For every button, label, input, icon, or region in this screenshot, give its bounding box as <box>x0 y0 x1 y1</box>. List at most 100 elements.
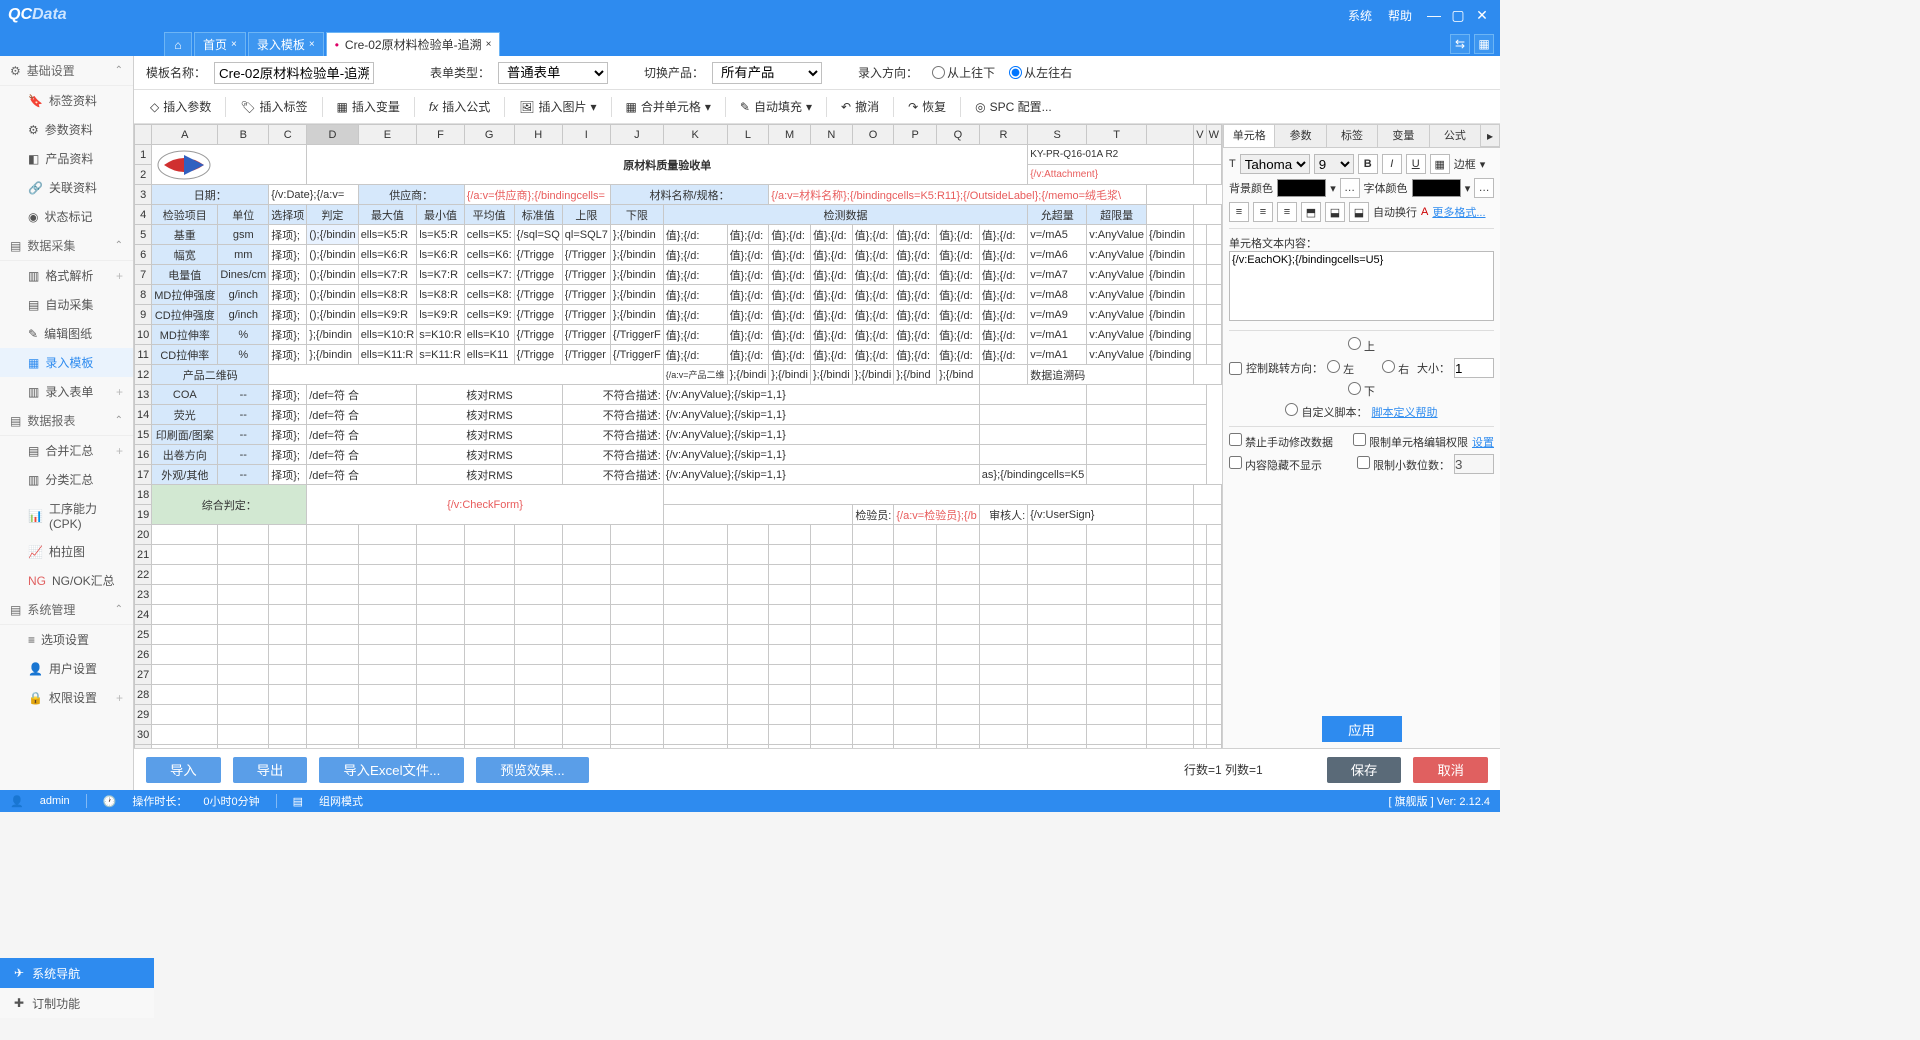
chk-jump[interactable] <box>1229 362 1242 375</box>
btn-export[interactable]: 导出 <box>233 757 308 783</box>
sidebar-group-sys[interactable]: ▤ 系统管理⌃ <box>0 595 133 625</box>
btn-import-excel[interactable]: 导入Excel文件... <box>319 757 464 783</box>
btn-cancel[interactable]: 取消 <box>1413 757 1488 783</box>
btn-import[interactable]: 导入 <box>146 757 221 783</box>
menu-system[interactable]: 系统 <box>1348 7 1372 24</box>
sidebar-item-auth[interactable]: 🔒 权限设置+ <box>0 683 133 712</box>
align-center-icon[interactable]: ≡ <box>1253 202 1273 222</box>
italic-icon[interactable]: I <box>1382 154 1402 174</box>
sidebar-item-cpk[interactable]: 📊 工序能力(CPK) <box>0 494 133 537</box>
radio-leftright[interactable]: 从左往右 <box>1009 64 1072 81</box>
valign-top-icon[interactable]: ⬒ <box>1301 202 1321 222</box>
sidebar-item-tag[interactable]: 🔖 标签资料 <box>0 86 133 115</box>
sidebar-group-basic[interactable]: ⚙ 基础设置⌃ <box>0 56 133 86</box>
sidebar-item-ngok[interactable]: NG NG/OK汇总 <box>0 566 133 595</box>
tab-current[interactable]: •Cre-02原材料检验单-追溯× <box>326 32 501 56</box>
layout-toggle-1[interactable]: ⇆ <box>1450 34 1470 54</box>
border-btn[interactable]: ▦ <box>1430 154 1450 174</box>
proptab-tag[interactable]: 标签 <box>1326 124 1378 147</box>
tab-templates[interactable]: 录入模板× <box>248 32 324 56</box>
label-form-type: 表单类型： <box>430 64 490 81</box>
sidebar-item-auto[interactable]: ▤ 自动采集 <box>0 290 133 319</box>
btn-autofill[interactable]: ✎ 自动填充 ▾ <box>732 94 820 119</box>
sidebar-item-class[interactable]: ▥ 分类汇总 <box>0 465 133 494</box>
edit-set-link[interactable]: 设置 <box>1472 434 1494 450</box>
nav-system[interactable]: ✈ 系统导航 <box>0 958 154 988</box>
sidebar-group-collect[interactable]: ▤ 数据采集⌃ <box>0 231 133 261</box>
sidebar-item-relation[interactable]: 🔗 关联资料 <box>0 173 133 202</box>
sidebar-item-form[interactable]: ▥ 录入表单+ <box>0 377 133 406</box>
btn-merge-cells[interactable]: ▦ 合并单元格 ▾ <box>618 94 719 119</box>
align-right-icon[interactable]: ≡ <box>1277 202 1297 222</box>
proptab-param[interactable]: 参数 <box>1274 124 1326 147</box>
select-product[interactable]: 所有产品 <box>712 62 822 84</box>
layout-toggle-2[interactable]: ▦ <box>1474 34 1494 54</box>
align-left-icon[interactable]: ≡ <box>1229 202 1249 222</box>
sidebar-item-editdraw[interactable]: ✎ 编辑图纸 <box>0 319 133 348</box>
more-format-link[interactable]: 更多格式... <box>1432 204 1485 220</box>
textarea-cellcontent[interactable]: {/v:EachOK};{/bindingcells=U5} <box>1229 251 1494 321</box>
radio-topdown[interactable]: 从上往下 <box>932 64 995 81</box>
btn-preview[interactable]: 预览效果... <box>476 757 588 783</box>
tab-close-icon[interactable]: × <box>231 39 237 50</box>
select-font[interactable]: Tahoma <box>1240 154 1310 174</box>
sidebar: ⚙ 基础设置⌃ 🔖 标签资料 ⚙ 参数资料 ◧ 产品资料 🔗 关联资料 ◉ 状态… <box>0 56 134 790</box>
btn-spc[interactable]: ◎ SPC 配置... <box>967 94 1060 119</box>
spreadsheet[interactable]: ABCDEFGHIJKLMNOPQRSTVW1 原材料质量验收单 KY-PR-Q… <box>134 124 1222 748</box>
btn-apply[interactable]: 应用 <box>1322 716 1402 742</box>
btn-insert-param[interactable]: ◇ 插入参数 <box>142 94 219 119</box>
rowcol-status: 行数=1 列数=1 <box>1184 761 1263 778</box>
select-form-type[interactable]: 普通表单 <box>498 62 608 84</box>
status-user-icon: 👤 <box>10 795 24 808</box>
proptab-var[interactable]: 变量 <box>1377 124 1429 147</box>
sidebar-item-option[interactable]: ≡ 选项设置 <box>0 625 133 654</box>
btn-insert-image[interactable]: 🖼 插入图片 ▾ <box>511 94 604 119</box>
script-help-link[interactable]: 脚本定义帮助 <box>1372 404 1438 420</box>
bgcolor-more[interactable]: … <box>1340 178 1360 198</box>
valign-mid-icon[interactable]: ⬓ <box>1325 202 1345 222</box>
btn-insert-tag[interactable]: 🏷 插入标签 <box>232 94 315 119</box>
maximize-icon[interactable]: ▢ <box>1448 7 1468 24</box>
select-size[interactable]: 9 <box>1314 154 1354 174</box>
btn-insert-var[interactable]: ▦ 插入变量 <box>329 94 408 119</box>
proptab-cell[interactable]: 单元格 <box>1223 124 1275 147</box>
bgcolor-swatch[interactable] <box>1277 179 1326 197</box>
input-jumpsize[interactable] <box>1454 358 1494 378</box>
btn-redo[interactable]: ↷ 恢复 <box>900 94 954 119</box>
tab-homepage[interactable]: 首页× <box>194 32 246 56</box>
sidebar-item-product[interactable]: ◧ 产品资料 <box>0 144 133 173</box>
tab-close-icon[interactable]: × <box>486 39 492 50</box>
sidebar-item-status[interactable]: ◉ 状态标记 <box>0 202 133 231</box>
sidebar-item-param[interactable]: ⚙ 参数资料 <box>0 115 133 144</box>
chk-limitedit[interactable] <box>1353 433 1366 446</box>
btn-insert-formula[interactable]: fx 插入公式 <box>421 94 498 119</box>
btn-save[interactable]: 保存 <box>1327 757 1402 783</box>
label-template-name: 模板名称： <box>146 64 206 81</box>
fgcolor-swatch[interactable] <box>1412 179 1461 197</box>
sidebar-item-merge[interactable]: ▤ 合并汇总+ <box>0 436 133 465</box>
proptab-formula[interactable]: 公式 <box>1429 124 1481 147</box>
chk-hide[interactable] <box>1229 456 1242 469</box>
input-template-name[interactable] <box>214 62 374 84</box>
sidebar-item-format[interactable]: ▥ 格式解析+ <box>0 261 133 290</box>
close-icon[interactable]: ✕ <box>1472 7 1492 24</box>
label-direction: 录入方向： <box>858 64 918 81</box>
sidebar-item-user[interactable]: 👤 用户设置 <box>0 654 133 683</box>
chk-limitdec[interactable] <box>1357 456 1370 469</box>
minimize-icon[interactable]: — <box>1424 7 1444 23</box>
tab-home[interactable]: ⌂ <box>164 32 192 56</box>
tab-close-icon[interactable]: × <box>309 39 315 50</box>
bold-icon[interactable]: B <box>1358 154 1378 174</box>
nav-custom[interactable]: ✚ 订制功能 <box>0 988 154 1018</box>
sidebar-item-pareto[interactable]: 📈 柏拉图 <box>0 537 133 566</box>
sidebar-group-report[interactable]: ▤ 数据报表⌃ <box>0 406 133 436</box>
proptab-scroll[interactable]: ▸ <box>1480 124 1500 147</box>
valign-bot-icon[interactable]: ⬓ <box>1349 202 1369 222</box>
fgcolor-more[interactable]: … <box>1474 178 1494 198</box>
sidebar-item-template[interactable]: ▦ 录入模板 <box>0 348 133 377</box>
wrap-label[interactable]: 自动换行 <box>1373 204 1417 220</box>
chk-nomod[interactable] <box>1229 433 1242 446</box>
btn-undo[interactable]: ↶ 撤消 <box>833 94 887 119</box>
menu-help[interactable]: 帮助 <box>1388 7 1412 24</box>
underline-icon[interactable]: U <box>1406 154 1426 174</box>
